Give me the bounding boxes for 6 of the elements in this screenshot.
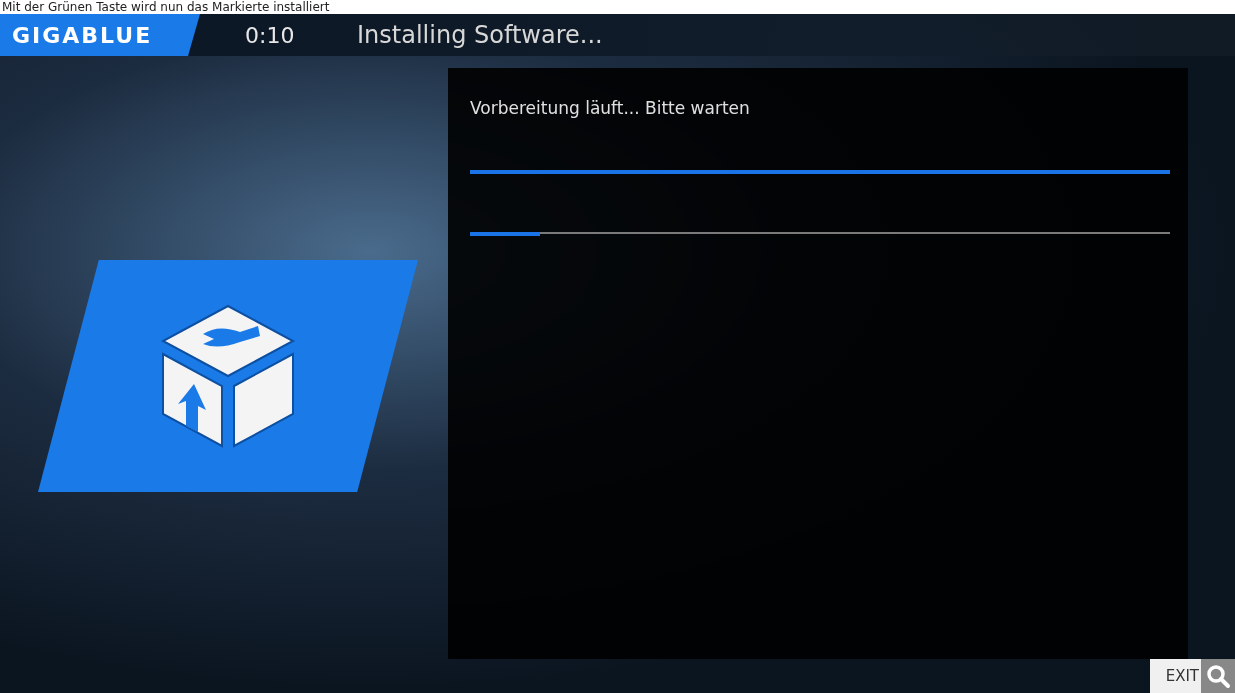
elapsed-time: 0:10 — [245, 22, 296, 48]
screen-title: Installing Software... — [357, 21, 603, 49]
exit-button[interactable]: EXIT — [1149, 659, 1235, 693]
search-icon — [1201, 659, 1235, 693]
logo: GIGABLUE — [0, 14, 200, 56]
status-text: Vorbereitung läuft... Bitte warten — [470, 98, 750, 118]
